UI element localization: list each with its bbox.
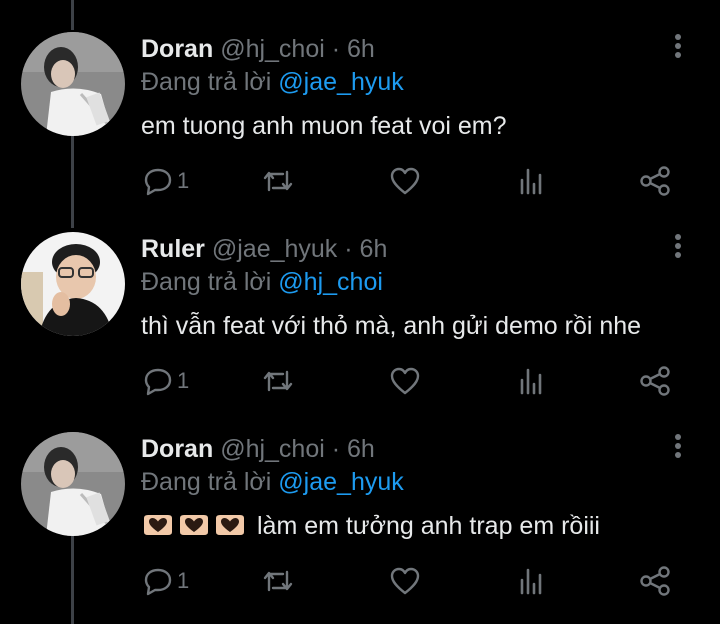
action-bar: 1 bbox=[141, 564, 701, 598]
like-button[interactable] bbox=[389, 164, 421, 198]
action-bar: 1 bbox=[141, 164, 701, 198]
like-heart-icon bbox=[390, 367, 420, 395]
more-vertical-icon[interactable] bbox=[668, 232, 688, 262]
share-button[interactable] bbox=[638, 364, 672, 398]
timestamp[interactable]: 6h bbox=[347, 435, 375, 463]
share-icon bbox=[640, 566, 670, 596]
like-button[interactable] bbox=[389, 364, 421, 398]
reply-button[interactable]: 1 bbox=[143, 164, 189, 198]
display-name[interactable]: Ruler bbox=[141, 235, 205, 263]
separator-dot: · bbox=[344, 235, 353, 263]
analytics-bars-icon bbox=[520, 368, 542, 395]
tweet-text: em tuong anh muon feat voi em? bbox=[141, 112, 507, 140]
tweet[interactable]: Doran @hj_choi · 6h Đang trả lời @jae_hy… bbox=[0, 32, 720, 202]
reply-count: 1 bbox=[177, 168, 190, 193]
separator-dot: · bbox=[331, 435, 341, 463]
share-icon bbox=[640, 366, 670, 396]
heart-hands-emoji bbox=[141, 513, 247, 537]
reply-bubble-icon bbox=[144, 568, 172, 596]
more-vertical-icon[interactable] bbox=[668, 32, 688, 62]
share-button[interactable] bbox=[638, 164, 672, 198]
mention-link[interactable]: @hj_choi bbox=[278, 268, 383, 296]
reply-count: 1 bbox=[177, 368, 190, 393]
reply-bubble-icon bbox=[144, 168, 172, 196]
retweet-button[interactable] bbox=[261, 364, 295, 398]
retweet-icon bbox=[263, 370, 293, 392]
reply-button[interactable]: 1 bbox=[143, 364, 189, 398]
like-button[interactable] bbox=[389, 564, 421, 598]
like-heart-icon bbox=[390, 567, 420, 595]
tweet-header: Doran @hj_choi · 6h bbox=[141, 34, 375, 64]
more-vertical-icon[interactable] bbox=[668, 432, 688, 462]
retweet-button[interactable] bbox=[261, 564, 295, 598]
mention-link[interactable]: @jae_hyuk bbox=[278, 468, 403, 496]
user-handle[interactable]: @hj_choi bbox=[220, 435, 325, 463]
display-name[interactable]: Doran bbox=[141, 435, 213, 463]
action-bar: 1 bbox=[141, 364, 701, 398]
reply-count: 1 bbox=[177, 568, 190, 593]
like-heart-icon bbox=[390, 167, 420, 195]
tweet-header: Ruler @jae_hyuk · 6h bbox=[141, 234, 387, 264]
mention-link[interactable]: @jae_hyuk bbox=[278, 68, 403, 96]
display-name[interactable]: Doran bbox=[141, 35, 213, 63]
analytics-bars-icon bbox=[520, 568, 542, 595]
tweet-text: thì vẫn feat với thỏ mà, anh gửi demo rồ… bbox=[141, 312, 642, 340]
avatar[interactable] bbox=[21, 32, 125, 136]
replying-to-label: Đang trả lời bbox=[141, 268, 272, 296]
avatar[interactable] bbox=[21, 432, 125, 536]
analytics-button[interactable] bbox=[517, 164, 547, 198]
replying-to: Đang trả lời @jae_hyuk bbox=[141, 467, 404, 497]
user-handle[interactable]: @jae_hyuk bbox=[212, 235, 337, 263]
share-button[interactable] bbox=[638, 564, 672, 598]
replying-to-label: Đang trả lời bbox=[141, 468, 272, 496]
separator-dot: · bbox=[331, 35, 341, 63]
reply-button[interactable]: 1 bbox=[143, 564, 189, 598]
replying-to: Đang trả lời @jae_hyuk bbox=[141, 67, 404, 97]
tweet-text-container: làm em tưởng anh trap em rồiii bbox=[141, 510, 600, 542]
thread-line bbox=[71, 0, 74, 30]
tweet[interactable]: Ruler @jae_hyuk · 6h Đang trả lời @hj_ch… bbox=[0, 232, 720, 402]
tweet-text: làm em tưởng anh trap em rồiii bbox=[257, 512, 600, 540]
tweet[interactable]: Doran @hj_choi · 6h Đang trả lời @jae_hy… bbox=[0, 432, 720, 602]
reply-bubble-icon bbox=[144, 368, 172, 396]
replying-to-label: Đang trả lời bbox=[141, 68, 272, 96]
tweet-header: Doran @hj_choi · 6h bbox=[141, 434, 375, 464]
share-icon bbox=[640, 166, 670, 196]
timestamp[interactable]: 6h bbox=[360, 235, 388, 263]
timestamp[interactable]: 6h bbox=[347, 35, 375, 63]
replying-to: Đang trả lời @hj_choi bbox=[141, 267, 383, 297]
avatar[interactable] bbox=[21, 232, 125, 336]
analytics-button[interactable] bbox=[517, 364, 547, 398]
analytics-bars-icon bbox=[520, 168, 542, 195]
user-handle[interactable]: @hj_choi bbox=[220, 35, 325, 63]
retweet-button[interactable] bbox=[261, 164, 295, 198]
retweet-icon bbox=[263, 170, 293, 192]
analytics-button[interactable] bbox=[517, 564, 547, 598]
retweet-icon bbox=[263, 570, 293, 592]
